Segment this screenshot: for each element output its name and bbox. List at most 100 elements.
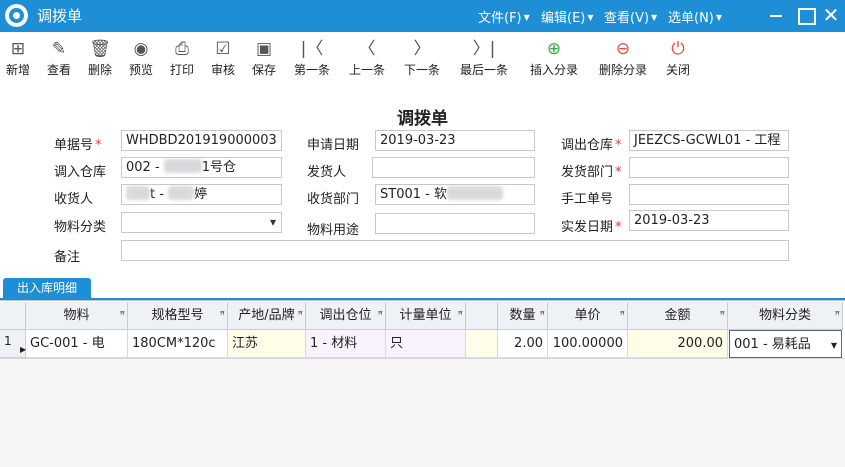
receiver-input[interactable]: t - 婷 (121, 184, 282, 205)
insert-entry-button[interactable]: ⊕ 插入分录 (526, 38, 582, 80)
cell-unit[interactable]: 只 (386, 330, 466, 358)
pin-icon[interactable]: ꟸ (835, 302, 840, 329)
caret-down-icon: ▼ (715, 13, 723, 22)
close-window-button[interactable]: ✕ (818, 3, 844, 27)
remark-input[interactable] (121, 240, 789, 261)
grid-corner (0, 302, 26, 330)
preview-button[interactable]: ◉ 预览 (127, 38, 155, 80)
grid-empty-area (0, 358, 845, 467)
pin-icon[interactable]: ꟸ (298, 302, 303, 329)
redacted-mask (168, 186, 195, 200)
save-button[interactable]: ▣ 保存 (250, 38, 278, 80)
cell-material[interactable]: GC-001 - 电 (26, 330, 128, 358)
menu-select[interactable]: 选单(N) ▼ (668, 7, 722, 26)
col-header-unit[interactable]: 计量单位 ꟸ (386, 302, 466, 330)
receiver-label: 收货人 (54, 192, 94, 207)
material-use-label: 物料用途 (307, 223, 360, 238)
col-header-qty[interactable]: 数量 ꟸ (498, 302, 548, 330)
actual-date-input[interactable]: 2019-03-23 (629, 210, 789, 231)
col-header-spec[interactable]: 规格型号 ꟸ (128, 302, 228, 330)
audit-button[interactable]: ☑ 审核 (209, 38, 237, 80)
detail-grid: 物料 ꟸ 规格型号 ꟸ 产地/品牌 ꟸ 调出仓位 ꟸ 计量单位 ꟸ 数量 ꟸ 单价 ꟸ 金额 ꟸ… (0, 300, 845, 467)
last-icon: 〉| (472, 39, 496, 59)
apply-date-input[interactable]: 2019-03-23 (375, 130, 535, 151)
send-dept-input[interactable] (629, 157, 789, 178)
cell-collapsed[interactable] (466, 330, 498, 358)
trash-icon: 🗑 (89, 39, 111, 59)
printer-icon: ⎙ (175, 39, 189, 59)
manual-no-input[interactable] (629, 184, 789, 205)
cell-class-select[interactable]: 001 - 易耗品 (729, 330, 842, 358)
caret-down-icon: ▼ (651, 13, 658, 22)
apply-date-label: 申请日期 (307, 138, 360, 153)
redacted-mask (126, 186, 150, 200)
delete-entry-button[interactable]: ⊖ 删除分录 (595, 38, 651, 80)
recv-dept-label: 收货部门 (307, 192, 360, 207)
floppy-icon: ▣ (255, 39, 273, 59)
maximize-button[interactable] (792, 3, 818, 27)
pin-icon[interactable]: ꟸ (620, 302, 625, 329)
pin-icon[interactable]: ꟸ (458, 302, 463, 329)
cell-origin[interactable]: 江苏 (228, 330, 306, 358)
col-header-amount[interactable]: 金额 ꟸ (628, 302, 728, 330)
edit-icon: ✎ (51, 39, 67, 59)
col-header-collapsed[interactable] (466, 302, 498, 330)
sender-input[interactable] (372, 157, 535, 178)
view-button[interactable]: ✎ 查看 (45, 38, 73, 80)
out-warehouse-input[interactable]: JEEZCS-GCWL01 - 工程 (629, 130, 789, 151)
delete-button[interactable]: 🗑 删除 (86, 38, 114, 80)
new-doc-icon: ⊞ (10, 39, 26, 59)
cell-spec[interactable]: 180CM*120c (128, 330, 228, 358)
print-button[interactable]: ⎙ 打印 (168, 38, 196, 80)
in-warehouse-input[interactable]: 002 - 1号仓 (121, 157, 282, 178)
close-button[interactable]: ⏻ 关闭 (664, 38, 692, 80)
col-header-class[interactable]: 物料分类 ꟸ (728, 302, 843, 330)
cell-price[interactable]: 100.00000 (548, 330, 628, 358)
remark-label: 备注 (54, 250, 81, 265)
redacted-mask (446, 186, 503, 200)
pin-icon[interactable]: ꟸ (120, 302, 125, 329)
menu-view[interactable]: 查看(V) ▼ (604, 7, 657, 26)
title-bar: 调拨单 文件(F) ▼ 编辑(E) ▼ 查看(V) ▼ 选单(N) ▼ ✕ (0, 0, 845, 32)
pin-icon[interactable]: ꟸ (378, 302, 383, 329)
pin-icon[interactable]: ꟸ (220, 302, 225, 329)
tab-inout-detail[interactable]: 出入库明细 (3, 278, 91, 299)
menu-file[interactable]: 文件(F) ▼ (478, 7, 530, 26)
material-class-select[interactable] (121, 212, 282, 233)
plus-circle-icon: ⊕ (546, 39, 562, 59)
caret-down-icon: ▼ (523, 13, 530, 22)
power-icon: ⏻ (671, 39, 685, 59)
pin-icon[interactable]: ꟸ (540, 302, 545, 329)
cell-qty[interactable]: 2.00 (498, 330, 548, 358)
recv-dept-input[interactable]: ST001 - 软 (375, 184, 535, 205)
cell-location[interactable]: 1 - 材料 (306, 330, 386, 358)
col-header-material[interactable]: 物料 ꟸ (26, 302, 128, 330)
minimize-button[interactable] (763, 3, 789, 27)
new-button[interactable]: ⊞ 新增 (4, 38, 32, 80)
out-warehouse-label: 调出仓库 * (561, 138, 622, 153)
send-dept-label: 发货部门 * (561, 165, 622, 180)
menu-edit[interactable]: 编辑(E) ▼ (541, 7, 594, 26)
doc-no-input[interactable]: WHDBD201919000003 (121, 130, 282, 151)
check-square-icon: ☑ (215, 39, 231, 59)
eye-icon: ◉ (133, 39, 149, 59)
col-header-price[interactable]: 单价 ꟸ (548, 302, 628, 330)
toolbar: ⊞ 新增 ✎ 查看 🗑 删除 ◉ 预览 ⎙ 打印 ☑ 审核 ▣ 保存 |〈 第一条 〈上一条 〉… (0, 32, 845, 90)
material-use-input[interactable] (375, 213, 535, 234)
cell-amount[interactable]: 200.00 (628, 330, 728, 358)
sender-label: 发货人 (307, 165, 347, 180)
in-warehouse-label: 调入仓库 (54, 165, 107, 180)
row-header[interactable]: 1 ▶ (0, 330, 26, 358)
first-record-button[interactable]: |〈 第一条 (291, 38, 333, 80)
prev-record-button[interactable]: 〈上一条 (346, 38, 388, 80)
pin-icon[interactable]: ꟸ (720, 302, 725, 329)
form-title: 调拨单 (397, 109, 448, 129)
col-header-origin[interactable]: 产地/品牌 ꟸ (228, 302, 306, 330)
last-record-button[interactable]: 〉| 最后一条 (456, 38, 512, 80)
prev-icon: 〈 (358, 39, 376, 59)
next-record-button[interactable]: 〉下一条 (401, 38, 443, 80)
material-class-label: 物料分类 (54, 220, 107, 235)
actual-date-label: 实发日期 * (561, 220, 622, 235)
doc-no-label: 单据号 * (54, 138, 102, 153)
col-header-location[interactable]: 调出仓位 ꟸ (306, 302, 386, 330)
